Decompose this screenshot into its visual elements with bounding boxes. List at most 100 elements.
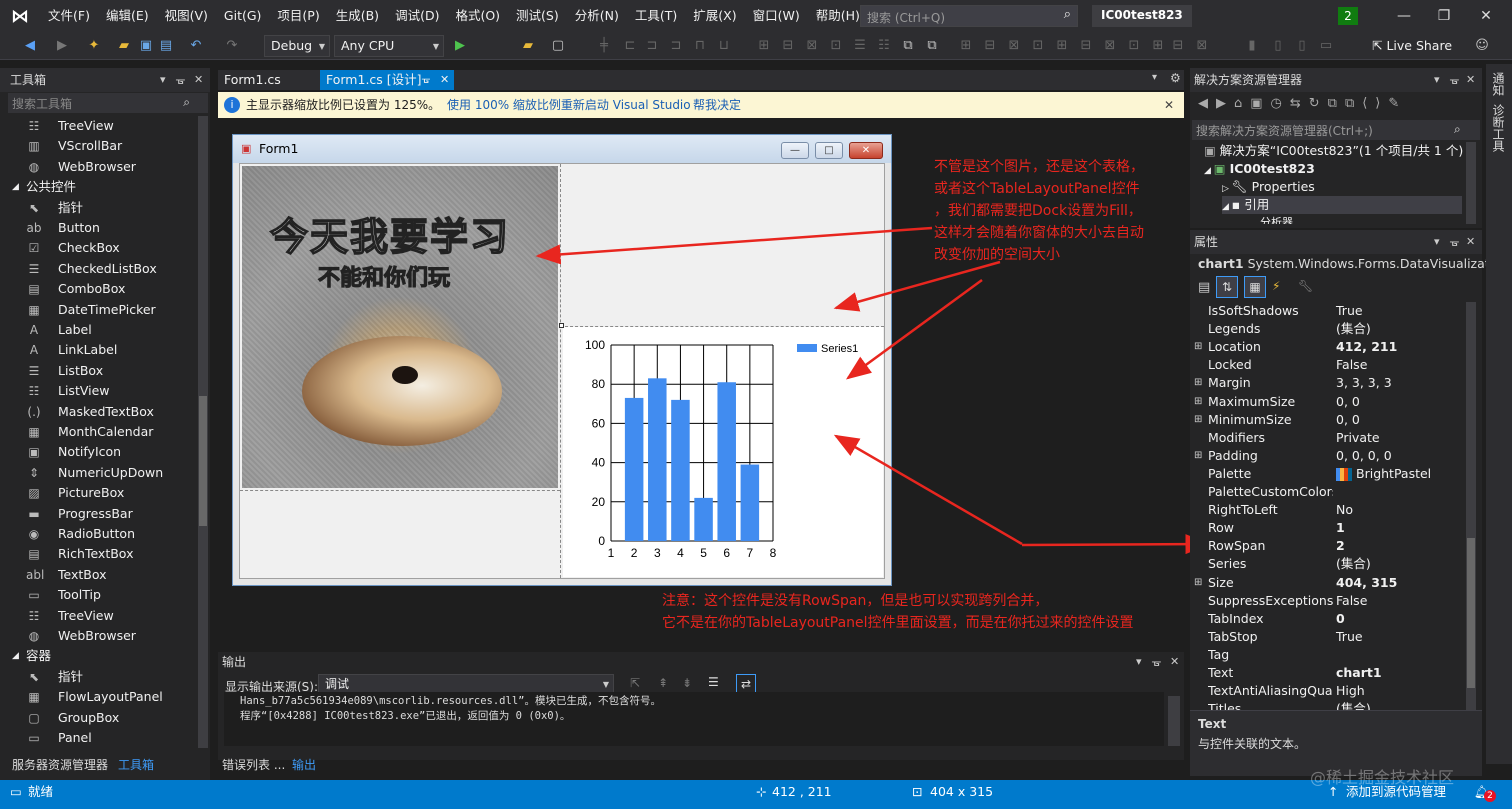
toolbox-scrollbar[interactable] bbox=[198, 116, 208, 748]
dropdown-icon[interactable]: ▾ bbox=[160, 68, 166, 92]
toolbox-item[interactable]: ◉ RadioButton bbox=[0, 524, 196, 544]
properties-icon[interactable]: ▦ bbox=[1244, 276, 1266, 298]
toolbox-item[interactable]: ▣ NotifyIcon bbox=[0, 442, 196, 462]
platform-select[interactable]: Any CPU ▼ bbox=[334, 35, 444, 57]
scrollbar-thumb[interactable] bbox=[199, 396, 207, 526]
menu-item[interactable]: 编辑(E) bbox=[98, 0, 157, 32]
property-value[interactable]: 0, 0 bbox=[1336, 411, 1360, 429]
toolbox-item[interactable]: A Label bbox=[0, 320, 196, 340]
close-icon[interactable]: ✕ bbox=[1466, 230, 1475, 254]
start-icon[interactable]: ▶ bbox=[452, 38, 468, 54]
scrollbar-thumb[interactable] bbox=[1467, 538, 1475, 688]
settings-icon[interactable]: ⚙ bbox=[1170, 71, 1181, 85]
rail-tab-notifications[interactable]: 通知 bbox=[1490, 72, 1507, 96]
rail-tab-diagnostics[interactable]: 诊断工具 bbox=[1490, 104, 1507, 152]
toolbox-item[interactable]: ▤ RichTextBox bbox=[0, 544, 196, 564]
expand-icon[interactable]: ⊞ bbox=[1194, 374, 1202, 392]
expand-icon[interactable]: ⊞ bbox=[1194, 338, 1202, 356]
property-row[interactable]: ⊞ Size 404, 315 bbox=[1190, 574, 1462, 592]
property-row[interactable]: RightToLeft No bbox=[1190, 501, 1462, 519]
property-value[interactable]: Private bbox=[1336, 429, 1380, 447]
tab-output[interactable]: 输出 bbox=[292, 756, 316, 773]
bring-front-icon[interactable]: ⧉ bbox=[900, 38, 916, 54]
toolbox-item[interactable]: ☷ TreeView bbox=[0, 116, 196, 136]
close-icon[interactable]: ✕ bbox=[440, 70, 449, 90]
menu-item[interactable]: 分析(N) bbox=[567, 0, 627, 32]
property-row[interactable]: ⊞ MinimumSize 0, 0 bbox=[1190, 411, 1462, 429]
toolbox-item[interactable]: ▭ Panel bbox=[0, 728, 196, 748]
close-icon[interactable]: ✕ bbox=[194, 68, 203, 92]
pin-icon[interactable]: ᚗ bbox=[1450, 68, 1459, 92]
property-value[interactable]: False bbox=[1336, 356, 1367, 374]
toolbox-item[interactable]: ▢ GroupBox bbox=[0, 708, 196, 728]
pin-icon[interactable]: ᚗ bbox=[176, 68, 185, 92]
output-source-select[interactable]: 调试 ▼ bbox=[318, 674, 614, 694]
property-value[interactable]: BrightPastel bbox=[1356, 465, 1431, 483]
toolbox-item[interactable]: ☰ ListBox bbox=[0, 361, 196, 381]
property-value[interactable]: 404, 315 bbox=[1336, 574, 1397, 592]
property-value[interactable]: No bbox=[1336, 501, 1353, 519]
toolbox-item[interactable]: ▦ MonthCalendar bbox=[0, 422, 196, 442]
property-row[interactable]: Series (集合) bbox=[1190, 555, 1462, 573]
toolbox-item[interactable]: ▬ ProgressBar bbox=[0, 504, 196, 524]
property-row[interactable]: PaletteCustomColors bbox=[1190, 483, 1462, 501]
properties-node[interactable]: ▷ 🔧︎ Properties bbox=[1222, 178, 1315, 196]
send-back-icon[interactable]: ⧉ bbox=[924, 38, 940, 54]
form1-window[interactable]: ▣ Form1 — □ ✕ 今天我要学习 不能和你们玩 0 20 40 60 80 100… bbox=[232, 134, 892, 586]
property-value[interactable]: 412, 211 bbox=[1336, 338, 1397, 356]
tab-dropdown-icon[interactable]: ▾ bbox=[1152, 72, 1157, 83]
pin-icon[interactable]: ᚗ bbox=[1450, 230, 1459, 254]
property-row[interactable]: TabStop True bbox=[1190, 628, 1462, 646]
project-node[interactable]: ◢ ▣ IC00test823 bbox=[1204, 160, 1315, 178]
tab-error-list[interactable]: 错误列表 ... bbox=[222, 756, 285, 773]
close-icon[interactable]: ✕ bbox=[1164, 92, 1174, 118]
tab-form1-code[interactable]: Form1.cs bbox=[218, 70, 322, 90]
property-value[interactable]: 3, 3, 3, 3 bbox=[1336, 374, 1392, 392]
toolbox-item[interactable]: ◍ WebBrowser bbox=[0, 626, 196, 646]
toolbox-item[interactable]: A LinkLabel bbox=[0, 340, 196, 360]
property-value[interactable]: 2 bbox=[1336, 537, 1345, 555]
object-selector[interactable]: chart1 System.Windows.Forms.DataVisualiz… bbox=[1198, 256, 1493, 271]
property-value[interactable]: 0 bbox=[1336, 610, 1345, 628]
pin-icon[interactable]: ᚗ bbox=[1152, 652, 1161, 672]
toolbox-item[interactable]: ab Button bbox=[0, 218, 196, 238]
property-row[interactable]: ⊞ Margin 3, 3, 3, 3 bbox=[1190, 374, 1462, 392]
property-row[interactable]: Text chart1 bbox=[1190, 664, 1462, 682]
folder-icon[interactable]: ▰ bbox=[520, 38, 536, 54]
menu-item[interactable]: 帮助(H) bbox=[808, 0, 868, 32]
toolbox-item[interactable]: ▭ ToolTip bbox=[0, 585, 196, 605]
expand-icon[interactable]: ⊞ bbox=[1194, 447, 1202, 465]
categorized-icon[interactable]: ▤ bbox=[1198, 280, 1210, 295]
toolbox-item[interactable]: ▦ DateTimePicker bbox=[0, 300, 196, 320]
property-row[interactable]: Locked False bbox=[1190, 356, 1462, 374]
property-value[interactable]: 0, 0, 0, 0 bbox=[1336, 447, 1392, 465]
toolbox-item[interactable]: (.) MaskedTextBox bbox=[0, 402, 196, 422]
toolbox-item[interactable]: ◍ WebBrowser bbox=[0, 157, 196, 177]
property-value[interactable]: chart1 bbox=[1336, 664, 1382, 682]
property-row[interactable]: RowSpan 2 bbox=[1190, 537, 1462, 555]
redo-icon[interactable]: ↷ bbox=[224, 38, 240, 54]
property-row[interactable]: Titles (集合) bbox=[1190, 700, 1462, 710]
search-input[interactable]: 搜索 (Ctrl+Q) ⌕ bbox=[860, 5, 1078, 27]
open-file-icon[interactable]: ▰ bbox=[116, 38, 132, 54]
events-icon[interactable]: ⚡ bbox=[1272, 279, 1280, 293]
forward-icon[interactable]: ▶ bbox=[54, 38, 70, 54]
property-value[interactable]: 0, 0 bbox=[1336, 393, 1360, 411]
property-row[interactable]: Legends (集合) bbox=[1190, 320, 1462, 338]
menu-item[interactable]: 文件(F) bbox=[40, 0, 98, 32]
menu-item[interactable]: 调试(D) bbox=[387, 0, 447, 32]
property-row[interactable]: IsSoftShadows True bbox=[1190, 302, 1462, 320]
solution-search-input[interactable]: 搜索解决方案资源管理器(Ctrl+;) ⌕ bbox=[1192, 120, 1480, 140]
toolbox-item[interactable]: ▤ ComboBox bbox=[0, 279, 196, 299]
tab-form1-designer[interactable]: Form1.cs [设计] ᚗ ✕ bbox=[320, 70, 454, 90]
property-row[interactable]: TextAntiAliasingQuali High bbox=[1190, 682, 1462, 700]
menu-item[interactable]: 视图(V) bbox=[157, 0, 216, 32]
save-icon[interactable]: ▣ bbox=[138, 38, 154, 54]
property-value[interactable]: (集合) bbox=[1336, 555, 1371, 573]
property-row[interactable]: ⊞ Location 412, 211 bbox=[1190, 338, 1462, 356]
solution-scrollbar[interactable] bbox=[1466, 142, 1476, 224]
property-row[interactable]: ⊞ MaximumSize 0, 0 bbox=[1190, 393, 1462, 411]
menu-item[interactable]: 测试(S) bbox=[508, 0, 567, 32]
dropdown-icon[interactable]: ▾ bbox=[1434, 230, 1440, 254]
toolbox-item[interactable]: ☷ TreeView bbox=[0, 606, 196, 626]
